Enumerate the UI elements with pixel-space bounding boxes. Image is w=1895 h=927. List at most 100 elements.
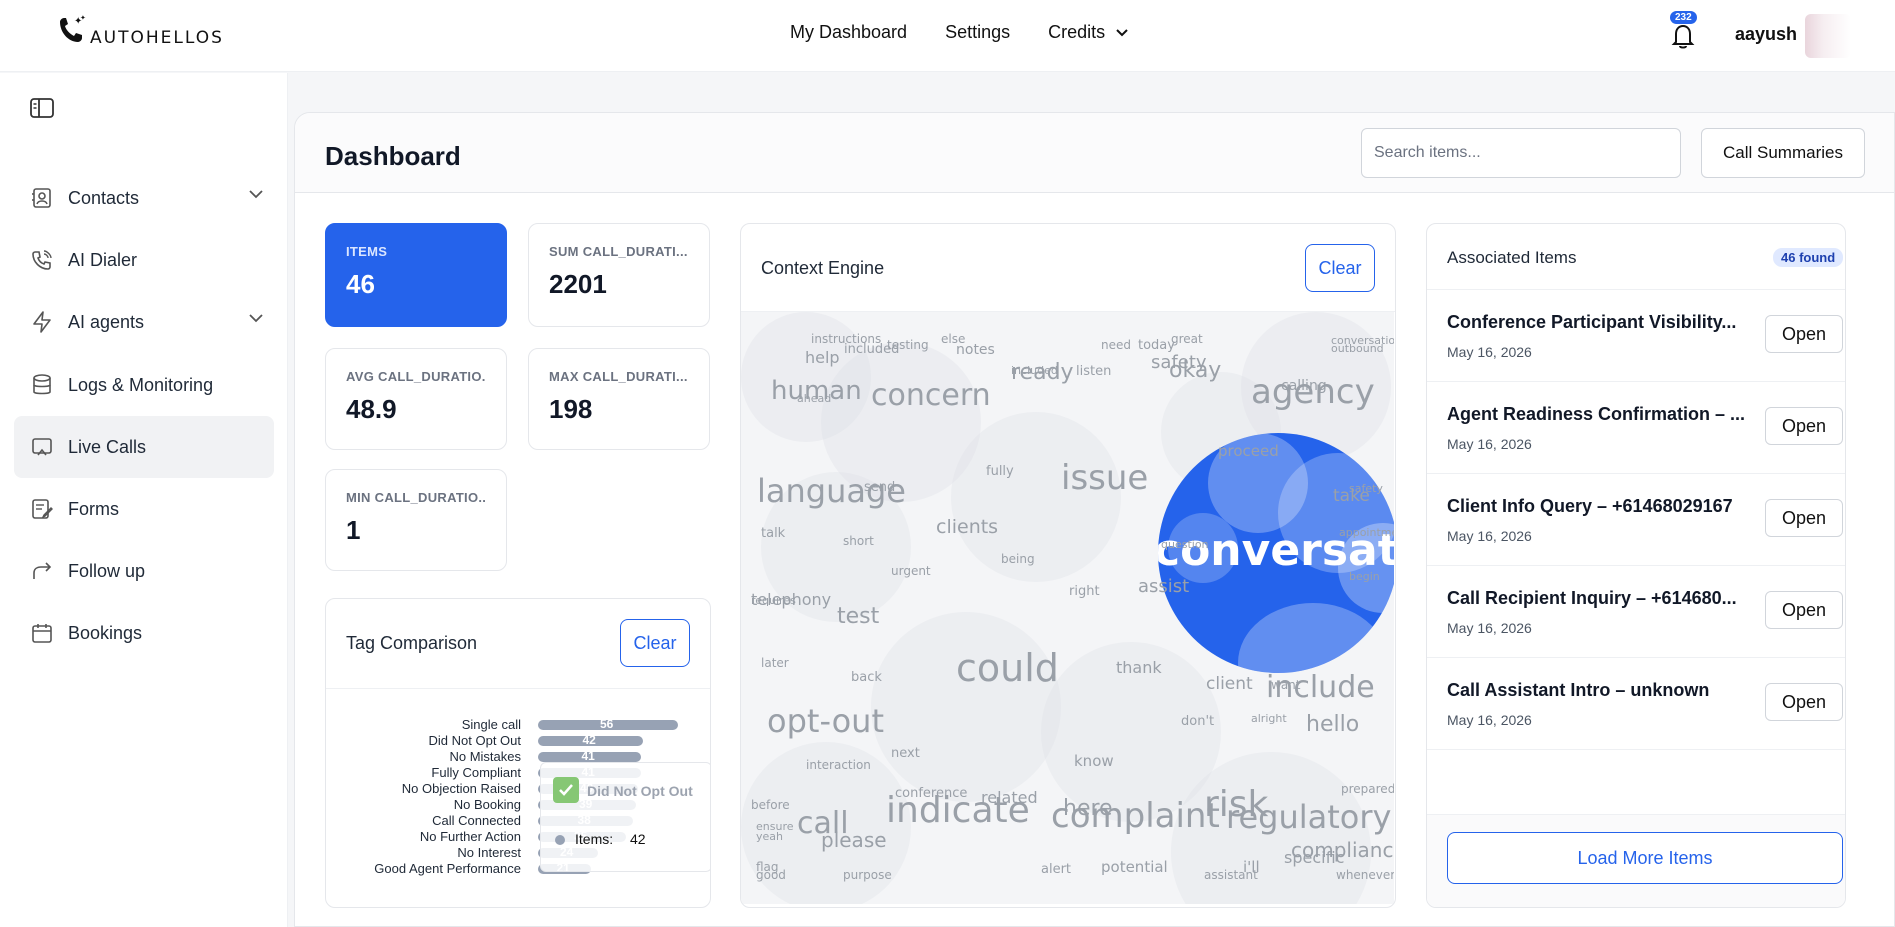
list-item[interactable]: Call Assistant Intro – unknown May 16, 2… bbox=[1427, 658, 1845, 750]
item-title: Client Info Query – +61468029167 bbox=[1447, 496, 1733, 516]
item-date: May 16, 2026 bbox=[1447, 436, 1532, 452]
sidebar-item-logs-monitoring[interactable]: Logs & Monitoring bbox=[14, 354, 274, 416]
load-more-button[interactable]: Load More Items bbox=[1447, 832, 1843, 884]
tooltip-label: Did Not Opt Out bbox=[587, 783, 693, 799]
sidebar-item-bookings[interactable]: Bookings bbox=[14, 602, 274, 664]
stat-label: SUM CALL_DURATI... bbox=[549, 244, 688, 259]
phone-logo-icon: ✦ ✦ bbox=[60, 14, 86, 42]
item-title: Conference Participant Visibility... bbox=[1447, 312, 1737, 332]
open-button[interactable]: Open bbox=[1765, 591, 1843, 629]
sidebar-item-live-calls[interactable]: Live Calls bbox=[14, 416, 274, 478]
tag-clear-button[interactable]: Clear bbox=[620, 619, 690, 667]
top-nav: My Dashboard Settings Credits bbox=[790, 22, 1129, 43]
checkbox-icon bbox=[553, 777, 579, 803]
stat-value: 2201 bbox=[549, 269, 607, 299]
chevron-down-icon bbox=[249, 314, 263, 323]
context-clear-button[interactable]: Clear bbox=[1305, 244, 1375, 292]
lightning-icon bbox=[33, 311, 51, 333]
bar-label: Good Agent Performance bbox=[374, 861, 521, 876]
sidebar-item-ai-dialer[interactable]: AI Dialer bbox=[14, 229, 274, 291]
associated-header: Associated Items 46 found bbox=[1427, 224, 1845, 290]
sidebar-item-contacts[interactable]: Contacts bbox=[14, 167, 274, 229]
stat-min-call-duration[interactable]: MIN CALL_DURATIO... 1 bbox=[325, 469, 507, 571]
tooltip-dot bbox=[555, 835, 565, 845]
item-date: May 16, 2026 bbox=[1447, 712, 1532, 728]
bell-icon[interactable] bbox=[1668, 20, 1698, 50]
highlight-bubble[interactable]: conversation bbox=[1158, 433, 1394, 673]
cloud-bubble bbox=[871, 612, 1061, 802]
stat-label: AVG CALL_DURATIO... bbox=[346, 369, 486, 384]
open-button[interactable]: Open bbox=[1765, 683, 1843, 721]
form-icon bbox=[32, 499, 53, 519]
open-button[interactable]: Open bbox=[1765, 315, 1843, 353]
bar-label: No Booking bbox=[453, 797, 521, 812]
item-date: May 16, 2026 bbox=[1447, 528, 1532, 544]
list-item[interactable]: Call Recipient Inquiry – +614680... May … bbox=[1427, 566, 1845, 658]
notification-count-badge: 232 bbox=[1670, 11, 1697, 24]
bar-label: Fully Compliant bbox=[431, 765, 521, 780]
panel-title: Associated Items bbox=[1447, 248, 1577, 267]
stat-value: 48.9 bbox=[346, 394, 397, 424]
search-input[interactable] bbox=[1361, 128, 1681, 178]
stat-value: 46 bbox=[346, 269, 375, 299]
stat-max-call-duration[interactable]: MAX CALL_DURATI... 198 bbox=[528, 348, 710, 450]
panel-title: Context Engine bbox=[761, 258, 885, 278]
sidebar-toggle-icon[interactable] bbox=[30, 98, 54, 118]
chevron-down-icon bbox=[249, 190, 263, 199]
username[interactable]: aayush bbox=[1735, 24, 1797, 45]
sidebar-item-forms[interactable]: Forms bbox=[14, 478, 274, 540]
nav-my-dashboard[interactable]: My Dashboard bbox=[790, 22, 907, 43]
calendar-icon bbox=[32, 624, 52, 643]
stat-value: 198 bbox=[549, 394, 593, 424]
bar-value-label: 42 bbox=[582, 733, 596, 747]
chart-tooltip: Did Not Opt Out Items: 42 bbox=[540, 762, 710, 872]
context-engine-header: Context Engine Clear bbox=[741, 224, 1395, 312]
tag-comparison-panel: Tag Comparison Clear Single call 56 Did No… bbox=[325, 598, 711, 908]
context-engine-panel: Context Engine Clear conversation instr bbox=[740, 223, 1396, 908]
sidebar-item-follow-up[interactable]: Follow up bbox=[14, 540, 274, 602]
brand-name: AUTOHELLOS bbox=[90, 28, 224, 48]
bar-label: Did Not Opt Out bbox=[428, 733, 521, 748]
bar-label: No Further Action bbox=[419, 829, 521, 844]
item-date: May 16, 2026 bbox=[1447, 620, 1532, 636]
list-item[interactable]: Conference Participant Visibility... May… bbox=[1427, 290, 1845, 382]
stat-avg-call-duration[interactable]: AVG CALL_DURATIO... 48.9 bbox=[325, 348, 507, 450]
bar-label: Call Connected bbox=[432, 813, 521, 828]
bar-label: Single call bbox=[461, 717, 521, 732]
contacts-icon bbox=[32, 188, 51, 208]
open-button[interactable]: Open bbox=[1765, 499, 1843, 537]
list-item[interactable]: Client Info Query – +61468029167 May 16,… bbox=[1427, 474, 1845, 566]
nav-credits[interactable]: Credits bbox=[1048, 22, 1129, 43]
bar-label: No Mistakes bbox=[449, 749, 521, 764]
cast-icon bbox=[32, 438, 52, 456]
top-navbar: ✦ ✦ AUTOHELLOS My Dashboard Settings Cre… bbox=[0, 0, 1895, 72]
stat-sum-call-duration[interactable]: SUM CALL_DURATI... 2201 bbox=[528, 223, 710, 327]
sidebar-item-label: Contacts bbox=[68, 187, 140, 208]
item-title: Call Assistant Intro – unknown bbox=[1447, 680, 1710, 700]
sidebar-item-label: Bookings bbox=[68, 622, 143, 643]
list-item[interactable]: Agent Readiness Confirmation – ... May 1… bbox=[1427, 382, 1845, 474]
sidebar-item-label: AI agents bbox=[68, 311, 145, 332]
tooltip-value: 42 bbox=[630, 831, 646, 847]
page-title: Dashboard bbox=[325, 141, 461, 171]
svg-text:✦: ✦ bbox=[80, 14, 86, 22]
found-count-badge: 46 found bbox=[1773, 248, 1844, 267]
open-button[interactable]: Open bbox=[1765, 407, 1843, 445]
stat-label: ITEMS bbox=[346, 244, 388, 259]
phone-icon bbox=[32, 250, 52, 270]
bar-value-label: 56 bbox=[600, 717, 614, 731]
nav-settings[interactable]: Settings bbox=[945, 22, 1010, 43]
sidebar-item-label: Follow up bbox=[68, 560, 146, 581]
avatar[interactable] bbox=[1805, 14, 1851, 58]
database-icon bbox=[33, 374, 51, 395]
item-title: Agent Readiness Confirmation – ... bbox=[1447, 404, 1746, 424]
panel-title: Tag Comparison bbox=[346, 633, 478, 653]
sidebar-item-ai-agents[interactable]: AI agents bbox=[14, 291, 274, 353]
stat-label: MAX CALL_DURATI... bbox=[549, 369, 688, 384]
item-date: May 16, 2026 bbox=[1447, 344, 1532, 360]
redo-icon bbox=[33, 562, 52, 579]
stat-items[interactable]: ITEMS 46 bbox=[325, 223, 507, 327]
call-summaries-button[interactable]: Call Summaries bbox=[1701, 128, 1865, 178]
word-cloud: conversation instructions help included … bbox=[741, 312, 1394, 904]
brand-logo[interactable]: ✦ ✦ AUTOHELLOS bbox=[56, 14, 224, 48]
